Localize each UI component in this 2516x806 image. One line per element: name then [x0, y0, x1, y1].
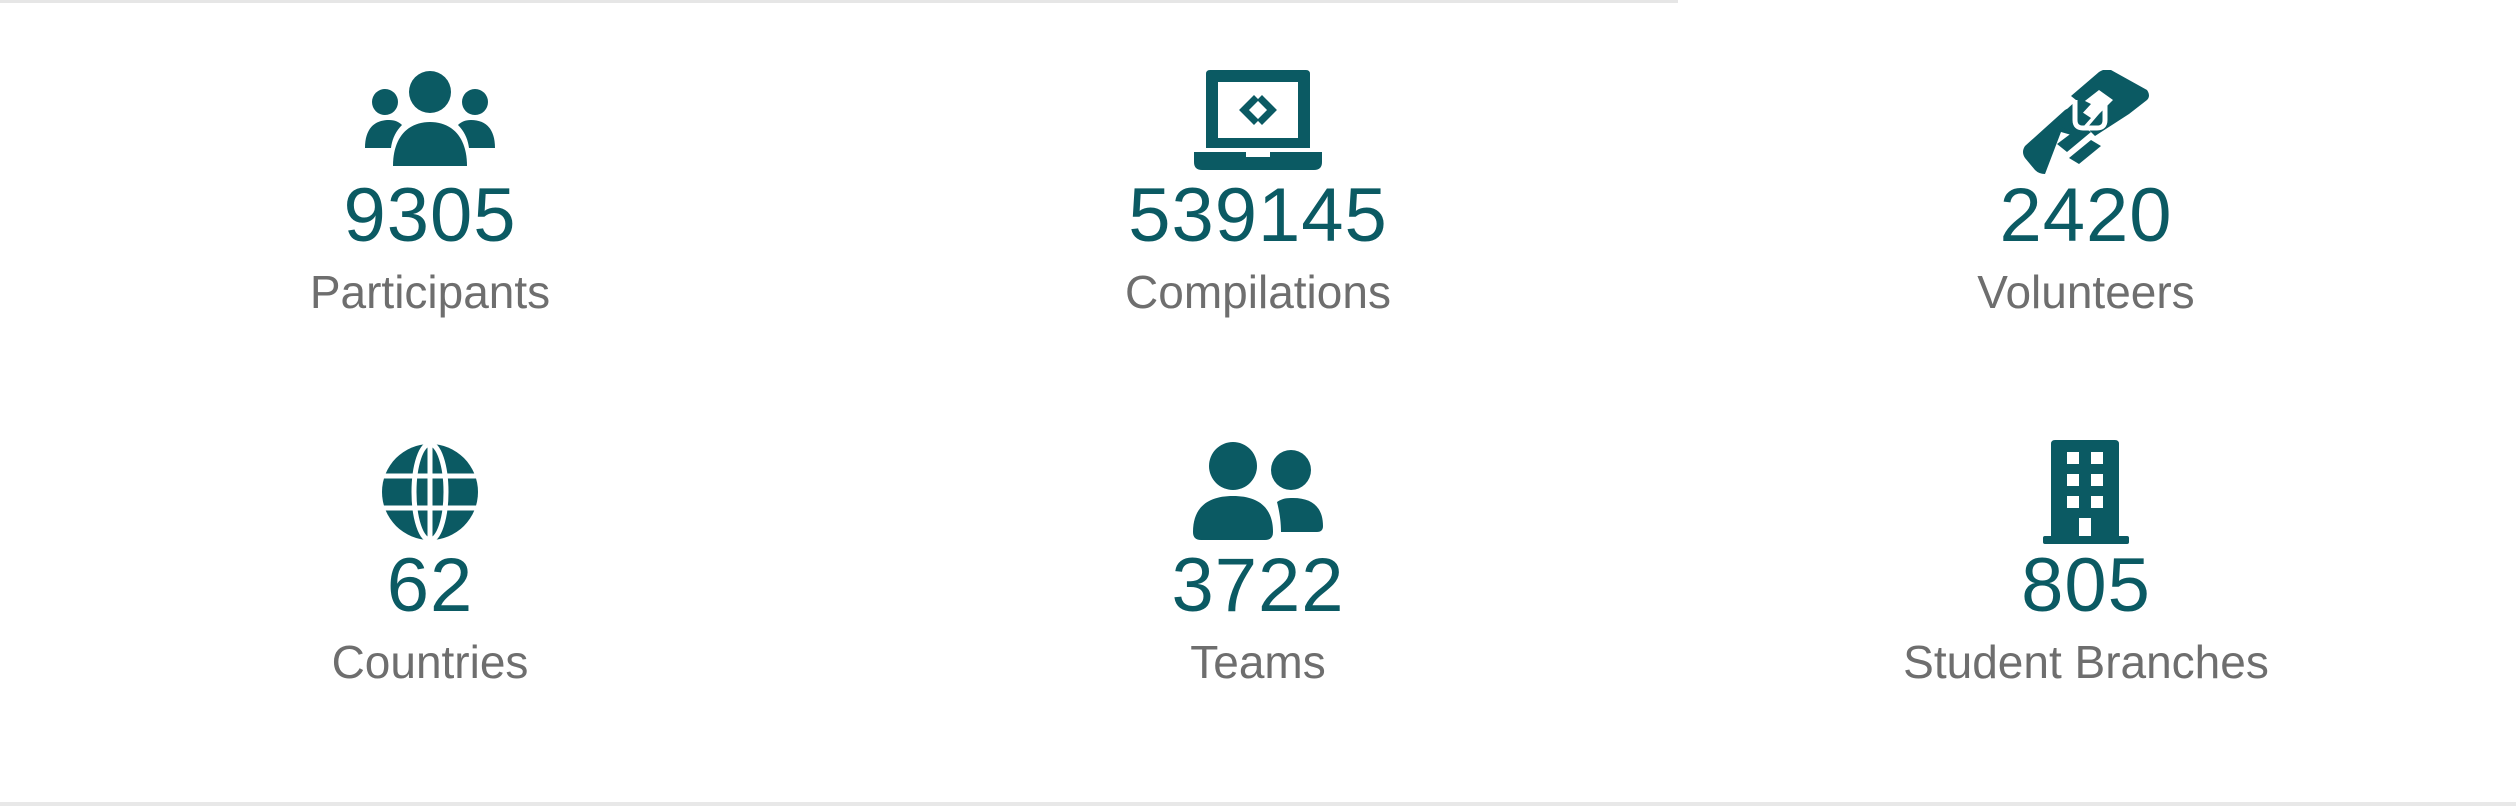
top-divider: [0, 0, 1678, 3]
helping-hands-icon: [1826, 70, 2346, 174]
stat-label: Teams: [1190, 636, 1326, 688]
team-icon: [998, 440, 1518, 544]
stat-countries: 62 Countries: [170, 440, 690, 690]
globe-icon: [170, 440, 690, 544]
stat-compilations: 539145 Compilations: [998, 70, 1518, 320]
stat-value: 539145: [1128, 173, 1388, 258]
stat-value: 2420: [1999, 173, 2173, 258]
stat-label: Compilations: [1125, 266, 1391, 318]
stat-value: 3722: [1171, 543, 1345, 628]
stat-value: 805: [2021, 543, 2151, 628]
laptop-code-icon: [998, 70, 1518, 174]
stat-label: Countries: [331, 636, 529, 688]
stat-value: 62: [386, 543, 474, 628]
participants-icon: [170, 70, 690, 174]
stat-label: Participants: [309, 266, 551, 318]
stat-student-branches: 805 Student Branches: [1826, 440, 2346, 690]
stat-value: 9305: [343, 173, 517, 258]
stats-section: 9305 Participants 539145 Compilations 24…: [0, 0, 2516, 806]
stat-label: Volunteers: [1977, 266, 2195, 318]
stat-teams: 3722 Teams: [998, 440, 1518, 690]
bottom-divider: [0, 802, 2516, 806]
stat-volunteers: 2420 Volunteers: [1826, 70, 2346, 320]
building-icon: [1826, 440, 2346, 544]
stat-label: Student Branches: [1903, 636, 2269, 688]
stat-participants: 9305 Participants: [170, 70, 690, 320]
